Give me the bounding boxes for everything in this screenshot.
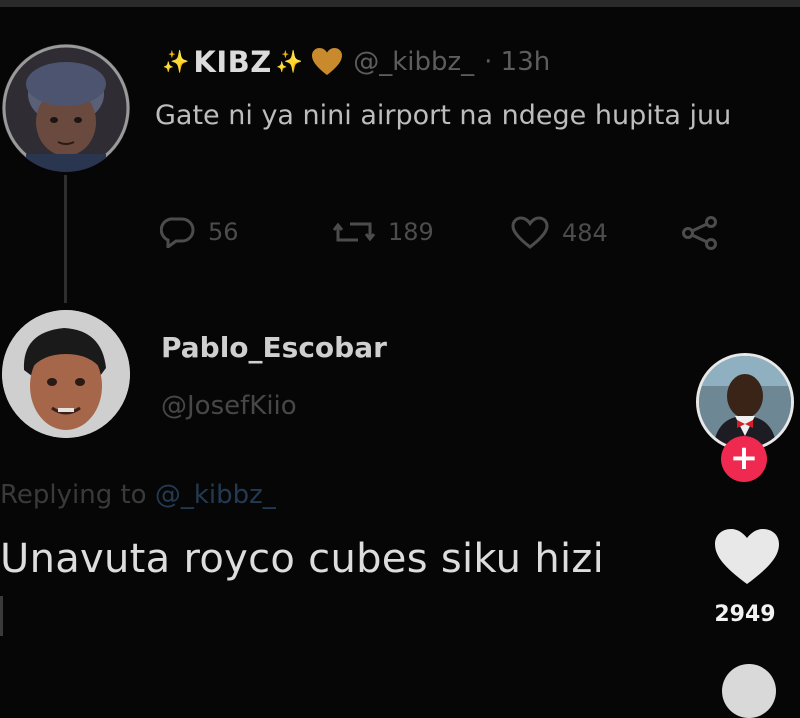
like-action[interactable]: 484 xyxy=(510,216,608,250)
thread-connector-line xyxy=(64,175,67,303)
orange-heart-icon xyxy=(312,48,343,75)
heart-outline-icon xyxy=(511,216,549,249)
comment-button-partial[interactable] xyxy=(722,664,776,718)
heart-icon[interactable] xyxy=(712,526,782,588)
like-count: 484 xyxy=(562,219,608,247)
reply-action[interactable]: 56 xyxy=(160,216,239,248)
reply-author-name[interactable]: Pablo_Escobar xyxy=(161,331,387,364)
tweet-header: ✨ KIBZ ✨ @_kibbz_ · 13h xyxy=(162,44,550,80)
sparkle-icon: ✨ xyxy=(162,49,190,75)
reply-author-handle[interactable]: @JosefKiio xyxy=(161,391,297,421)
pablo-avatar[interactable] xyxy=(2,310,130,438)
author-display-name[interactable]: KIBZ xyxy=(193,45,271,79)
share-icon xyxy=(682,216,717,250)
reply-count: 56 xyxy=(208,218,239,246)
replying-to-mention[interactable]: @_kibbz_ xyxy=(155,480,276,510)
tweet-text: Gate ni ya nini airport na ndege hupita … xyxy=(155,100,732,131)
text-cursor xyxy=(0,596,3,636)
kibz-avatar[interactable] xyxy=(2,44,130,172)
comment-icon xyxy=(160,217,195,248)
retweet-action[interactable]: 189 xyxy=(332,216,434,248)
top-bar xyxy=(0,0,800,7)
share-action[interactable] xyxy=(680,216,732,250)
replying-to-label: Replying to xyxy=(0,480,147,510)
sparkle-icon: ✨ xyxy=(275,49,304,75)
follow-button[interactable]: + xyxy=(721,436,767,482)
retweet-count: 189 xyxy=(388,218,434,246)
video-like-count: 2949 xyxy=(714,602,776,627)
replying-to-line: Replying to @_kibbz_ xyxy=(0,480,276,510)
tweet-time: · 13h xyxy=(484,47,551,77)
retweet-icon xyxy=(332,222,376,242)
reply-text: Unavuta royco cubes siku hizi xyxy=(0,536,605,582)
author-handle[interactable]: @_kibbz_ xyxy=(353,47,474,77)
